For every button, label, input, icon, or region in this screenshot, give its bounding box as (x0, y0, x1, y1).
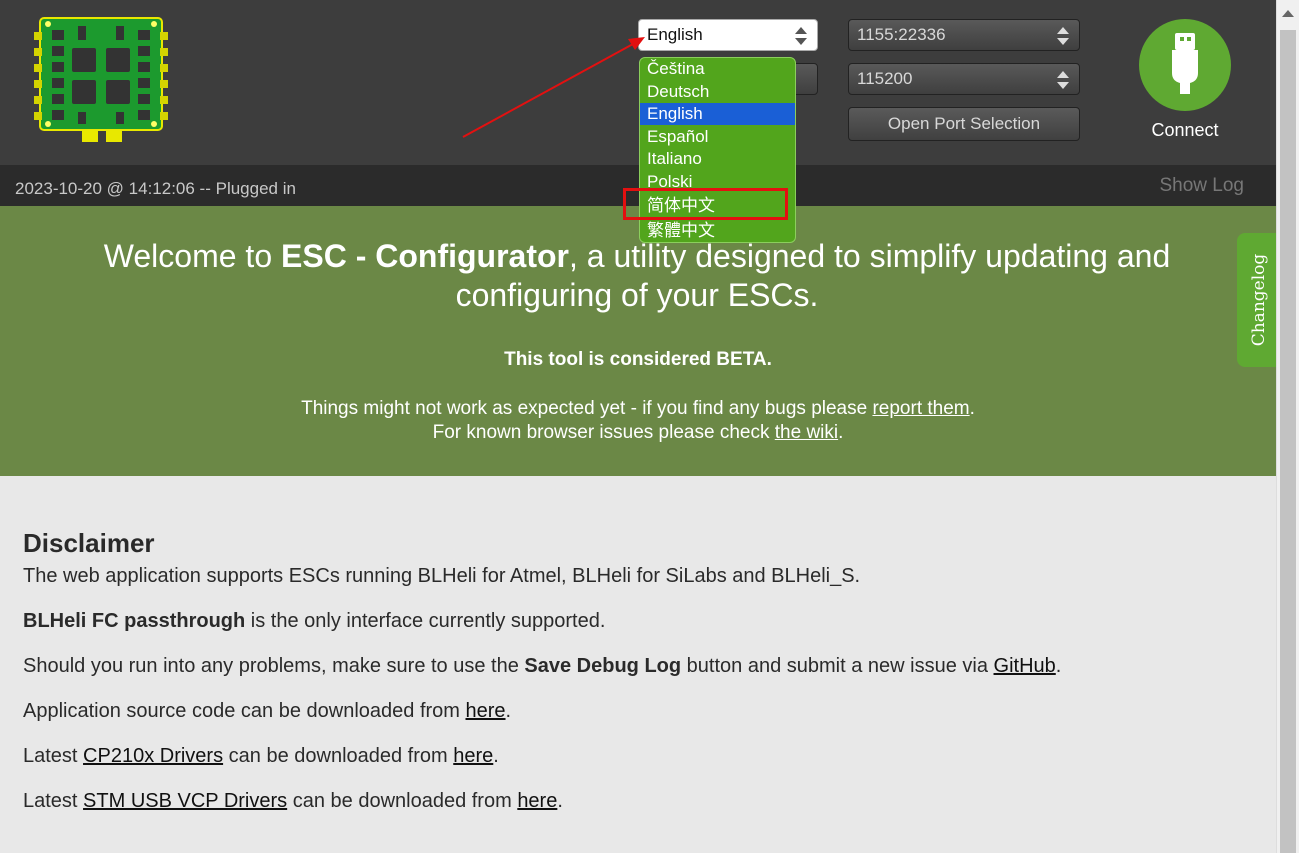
select-edge (795, 63, 818, 95)
select-arrows-icon (1057, 71, 1069, 89)
bugs-line: Things might not work as expected yet - … (0, 397, 1276, 421)
changelog-label: Changelog (1249, 253, 1269, 347)
paragraph-text: Latest (23, 745, 84, 767)
wiki-line: For known browser issues please check th… (0, 421, 1276, 445)
language-option[interactable]: Čeština (640, 58, 795, 80)
paragraph-text: Application source code can be downloade… (23, 700, 466, 722)
github-link[interactable]: GitHub (994, 655, 1056, 677)
port-select[interactable]: 1155:22336 (848, 19, 1080, 51)
paragraph-text: Latest (23, 790, 84, 812)
select-arrows-icon (795, 27, 807, 45)
stm-vcp-download-link[interactable]: here (517, 790, 557, 812)
beta-note: This tool is considered BETA. (504, 349, 772, 370)
disclaimer-paragraph: The web application supports ESCs runnin… (23, 565, 861, 587)
disclaimer-paragraph: Should you run into any problems, make s… (23, 654, 1253, 678)
language-option-selected[interactable]: English (640, 103, 795, 125)
scroll-up-icon[interactable] (1282, 10, 1294, 17)
esc-board-logo (34, 17, 168, 142)
paragraph-text: button and submit a new issue via (681, 655, 994, 677)
language-select[interactable]: English (638, 19, 818, 51)
connect-button[interactable] (1139, 19, 1231, 111)
paragraph-text: . (493, 745, 499, 767)
paragraph-text: can be downloaded from (223, 745, 454, 767)
welcome-section: Welcome to ESC - Configurator, a utility… (0, 206, 1276, 476)
vertical-scrollbar[interactable] (1276, 0, 1299, 853)
save-debug-log-bold: Save Debug Log (524, 655, 682, 677)
report-bugs-link[interactable]: report them (872, 398, 969, 419)
heading-text: Welcome to (103, 238, 281, 274)
highlight-box (623, 188, 788, 220)
connect-label: Connect (1151, 120, 1219, 140)
bugs-text: Things might not work as expected yet - … (301, 398, 873, 419)
paragraph-text: . (505, 700, 512, 722)
disclaimer-paragraph: Application source code can be downloade… (23, 699, 1253, 723)
language-select-value: English (647, 25, 703, 44)
cp210x-drivers-link[interactable]: CP210x Drivers (83, 745, 223, 767)
passthrough-bold: BLHeli FC passthrough (23, 610, 246, 632)
usb-plug-icon (1172, 33, 1198, 94)
wiki-text: For known browser issues please check (432, 422, 775, 443)
paragraph-text: . (557, 790, 563, 812)
disclaimer-section: Disclaimer The web application supports … (23, 527, 1253, 834)
port-select-value: 1155:22336 (857, 25, 946, 44)
disclaimer-paragraph: Latest STM USB VCP Drivers can be downlo… (23, 789, 1253, 813)
paragraph-text: is the only interface currently supporte… (245, 610, 606, 632)
wiki-link[interactable]: the wiki (775, 422, 838, 443)
language-option[interactable]: Español (640, 126, 795, 148)
scrollbar-thumb[interactable] (1280, 30, 1296, 853)
select-arrows-icon (1057, 27, 1069, 45)
disclaimer-paragraph: Latest CP210x Drivers can be downloaded … (23, 744, 1253, 768)
paragraph-text: can be downloaded from (287, 790, 518, 812)
show-log-button[interactable]: Show Log (1159, 175, 1244, 197)
heading-app-name: ESC - Configurator (281, 238, 569, 274)
language-option[interactable]: Italiano (640, 148, 795, 170)
status-text: 2023-10-20 @ 14:12:06 -- Plugged in (15, 179, 296, 198)
paragraph-text: . (1055, 655, 1062, 677)
source-code-link[interactable]: here (466, 700, 506, 722)
disclaimer-title: Disclaimer (23, 528, 155, 558)
bugs-text: . (969, 398, 975, 419)
header: English 1155:22336 115200 Open Port Sele… (0, 0, 1276, 165)
cp210x-download-link[interactable]: here (453, 745, 493, 767)
welcome-heading: Welcome to ESC - Configurator, a utility… (60, 237, 1214, 315)
wiki-text: . (838, 422, 844, 443)
disclaimer-paragraph: BLHeli FC passthrough is the only interf… (23, 609, 1253, 633)
baud-select-value: 115200 (857, 69, 913, 88)
stm-vcp-drivers-link[interactable]: STM USB VCP Drivers (83, 790, 287, 812)
open-port-selection-button[interactable]: Open Port Selection (848, 107, 1080, 141)
language-option[interactable]: 繁體中文 (640, 220, 795, 242)
paragraph-text: Should you run into any problems, make s… (23, 655, 525, 677)
baud-rate-select[interactable]: 115200 (848, 63, 1080, 95)
language-option[interactable]: Deutsch (640, 81, 795, 103)
